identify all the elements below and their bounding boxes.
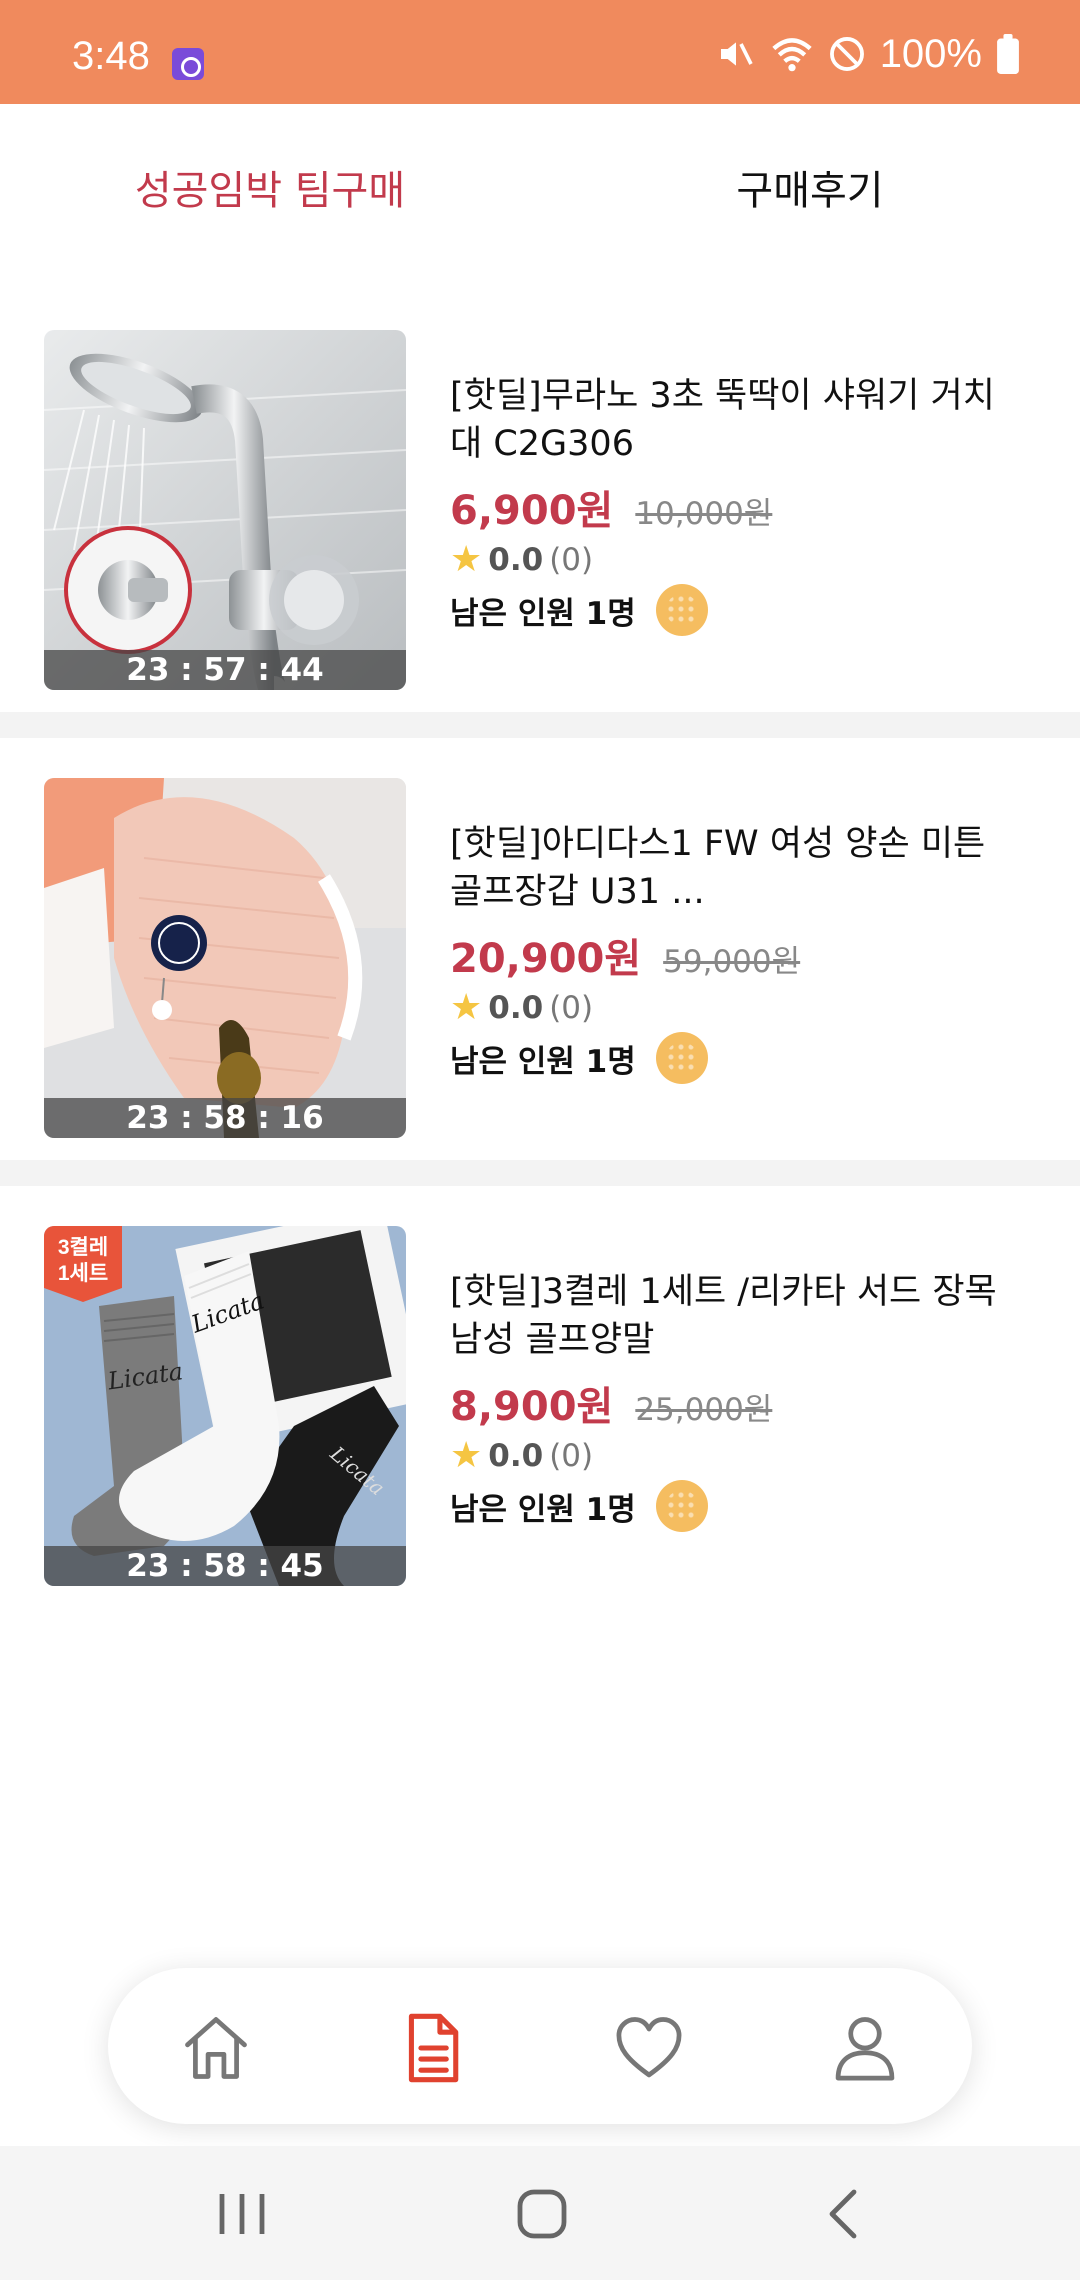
tab-closing-soon-group-buy[interactable]: 성공임박 팀구매 [0, 104, 540, 270]
status-bar: 3:48 100% [0, 0, 1080, 104]
product-info: [핫딜]3켤레 1세트 /리카타 서드 장목 남성 골프양말 8,900원 25… [450, 1268, 1010, 1532]
product-card[interactable]: 23 : 57 : 44 [핫딜]무라노 3초 뚝딱이 샤워기 거치대 C2G3… [0, 290, 1080, 712]
star-icon: ★ [450, 987, 483, 1028]
sale-price: 8,900원 [450, 1384, 614, 1430]
member-avatar [655, 1032, 708, 1084]
back-icon[interactable] [812, 2182, 876, 2246]
rating-row: ★ 0.0 (0) [450, 987, 1010, 1028]
countdown-timer: 23 : 58 : 45 [44, 1546, 406, 1586]
product-title[interactable]: [핫딜]무라노 3초 뚝딱이 샤워기 거치대 C2G306 [450, 372, 1010, 468]
remaining-members: 남은 인원 1명 [450, 1043, 636, 1080]
product-info: [핫딜]아디다스1 FW 여성 양손 미튼 골프장갑 U31 ... 20,90… [450, 820, 1010, 1084]
original-price: 59,000원 [663, 944, 801, 980]
tab-bar: 성공임박 팀구매 구매후기 [0, 104, 1080, 373]
sale-price: 20,900원 [450, 936, 642, 982]
product-image[interactable]: 23 : 57 : 44 [44, 330, 406, 690]
home-icon[interactable] [178, 2010, 254, 2086]
star-icon: ★ [450, 539, 483, 580]
wifi-icon [772, 38, 812, 72]
remaining-row: 남은 인원 1명 [450, 584, 1010, 636]
status-time: 3:48 [72, 34, 150, 78]
remaining-members: 남은 인원 1명 [450, 595, 636, 632]
badge-line-1: 3켤레 [58, 1236, 108, 1259]
tab-reviews[interactable]: 구매후기 [540, 104, 1080, 270]
no-disturb-icon [829, 37, 864, 71]
rating-row: ★ 0.0 (0) [450, 1435, 1010, 1476]
remaining-row: 남은 인원 1명 [450, 1480, 1010, 1532]
shower-holder-image [44, 330, 406, 690]
rating-value: 0.0 [488, 1438, 544, 1474]
recent-apps-icon[interactable] [210, 2182, 274, 2246]
orders-icon[interactable] [394, 2010, 470, 2086]
system-home-icon[interactable] [510, 2182, 574, 2246]
profile-icon[interactable] [827, 2010, 903, 2086]
battery-icon [997, 34, 1019, 74]
product-title[interactable]: [핫딜]3켤레 1세트 /리카타 서드 장목 남성 골프양말 [450, 1268, 1010, 1364]
sale-price: 6,900원 [450, 488, 614, 534]
product-title[interactable]: [핫딜]아디다스1 FW 여성 양손 미튼 골프장갑 U31 ... [450, 820, 1010, 916]
battery-percent: 100% [879, 31, 982, 76]
rating-value: 0.0 [488, 542, 544, 578]
product-image[interactable]: 23 : 58 : 16 [44, 778, 406, 1138]
bottom-nav [108, 1968, 972, 2124]
countdown-timer: 23 : 58 : 16 [44, 1098, 406, 1138]
divider [0, 1160, 1080, 1186]
status-icons: 100% [716, 30, 1020, 78]
member-avatar [655, 1480, 708, 1532]
original-price: 25,000원 [635, 1392, 773, 1428]
review-count: (0) [549, 1438, 594, 1474]
price-row: 6,900원 10,000원 [450, 478, 1010, 536]
product-card[interactable]: 23 : 58 : 16 [핫딜]아디다스1 FW 여성 양손 미튼 골프장갑 … [0, 738, 1080, 1160]
price-row: 20,900원 59,000원 [450, 926, 1010, 984]
rating-value: 0.0 [488, 990, 544, 1026]
system-nav-bar [0, 2146, 1080, 2280]
original-price: 10,000원 [635, 496, 773, 532]
price-row: 8,900원 25,000원 [450, 1374, 1010, 1432]
star-icon: ★ [450, 1435, 483, 1476]
rating-row: ★ 0.0 (0) [450, 539, 1010, 580]
countdown-timer: 23 : 57 : 44 [44, 650, 406, 690]
divider [0, 712, 1080, 738]
product-image[interactable]: Licata Licata Licata 3켤레 1세트 23 : 58 : 4… [44, 1226, 406, 1586]
product-list: 23 : 57 : 44 [핫딜]무라노 3초 뚝딱이 샤워기 거치대 C2G3… [0, 290, 1080, 1608]
product-card[interactable]: Licata Licata Licata 3켤레 1세트 23 : 58 : 4… [0, 1186, 1080, 1608]
heart-icon[interactable] [611, 2010, 687, 2086]
badge-line-2: 1세트 [58, 1262, 108, 1285]
golf-mitten-image [44, 778, 406, 1138]
mute-icon [720, 42, 753, 66]
app-notification-icon [172, 48, 204, 80]
member-avatar [655, 584, 708, 636]
review-count: (0) [549, 990, 594, 1026]
review-count: (0) [549, 542, 594, 578]
remaining-members: 남은 인원 1명 [450, 1491, 636, 1528]
golf-socks-image: Licata Licata Licata 3켤레 1세트 [44, 1226, 406, 1586]
product-info: [핫딜]무라노 3초 뚝딱이 샤워기 거치대 C2G306 6,900원 10,… [450, 372, 1010, 636]
remaining-row: 남은 인원 1명 [450, 1032, 1010, 1084]
